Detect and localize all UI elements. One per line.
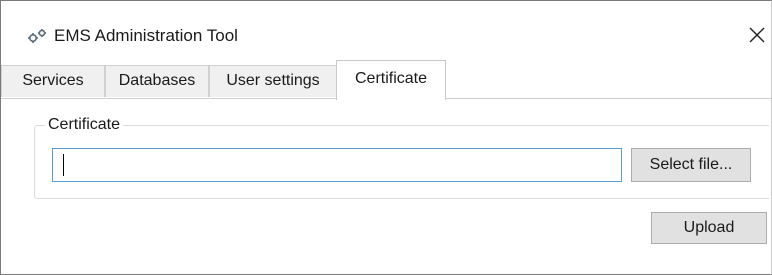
admin-window: EMS Administration Tool Services Databas…: [0, 0, 772, 275]
tab-certificate[interactable]: Certificate: [336, 60, 446, 100]
tab-databases[interactable]: Databases: [105, 65, 209, 97]
certificate-file-path-input[interactable]: [52, 148, 622, 182]
window-title: EMS Administration Tool: [54, 26, 238, 45]
tab-services[interactable]: Services: [1, 65, 105, 97]
gears-icon: [27, 28, 49, 44]
tab-user-settings[interactable]: User settings: [209, 65, 337, 97]
select-file-button[interactable]: Select file...: [631, 148, 751, 182]
close-icon[interactable]: [745, 23, 769, 47]
certificate-group-label: Certificate: [45, 116, 124, 134]
upload-button[interactable]: Upload: [651, 212, 767, 244]
title-bar: EMS Administration Tool: [1, 1, 771, 59]
text-caret: [63, 154, 64, 176]
